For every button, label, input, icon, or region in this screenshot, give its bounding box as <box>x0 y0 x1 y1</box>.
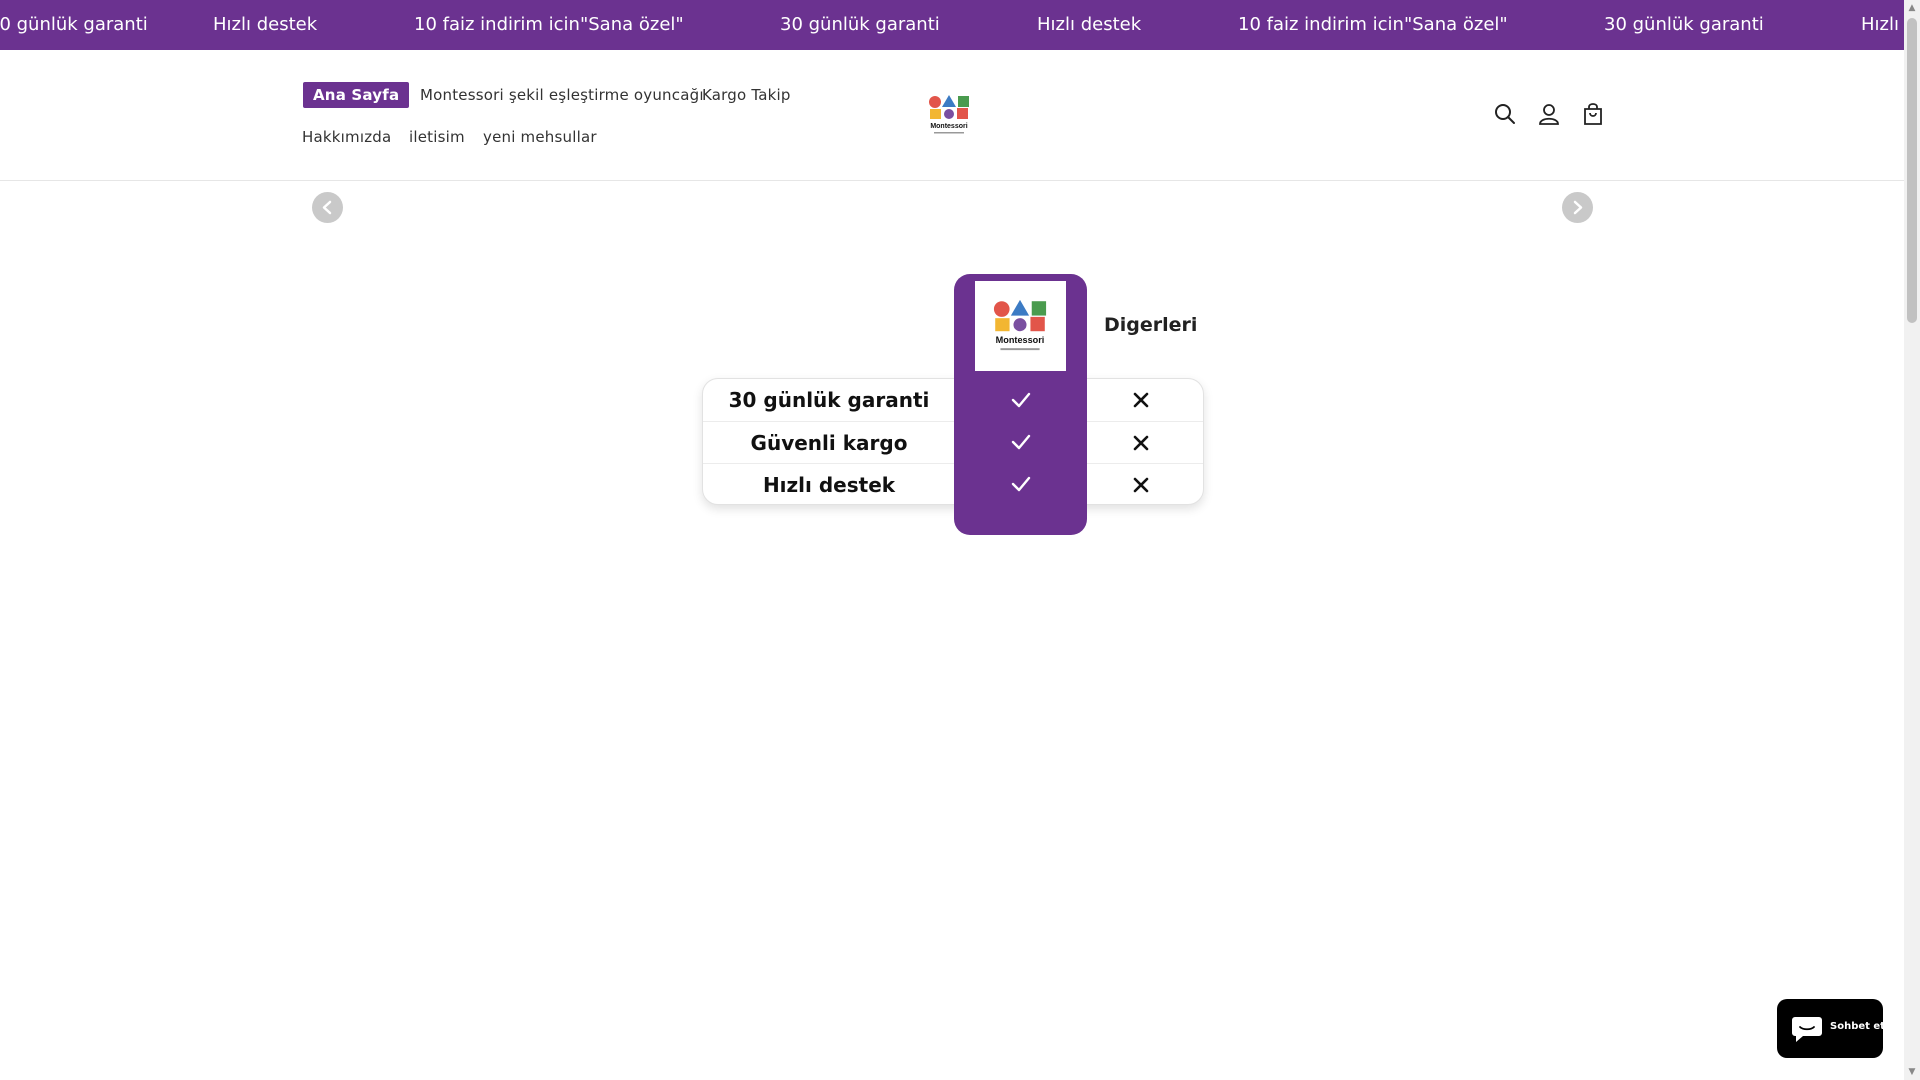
chevron-right-icon <box>1573 200 1583 215</box>
nav-cargo-tracking[interactable]: Kargo Takip <box>702 86 791 104</box>
nav-contact[interactable]: iletisim <box>409 128 465 146</box>
logo-wordmark: Montessori <box>996 335 1045 345</box>
search-icon[interactable] <box>1492 101 1518 127</box>
check-icon <box>1011 476 1031 492</box>
scroll-down-arrow[interactable]: ▼ <box>1904 1064 1920 1080</box>
cross-icon <box>1133 392 1149 408</box>
montessori-logo[interactable]: Montessori <box>926 92 972 138</box>
site-header: Ana Sayfa Montessori şekil eşleştirme oy… <box>0 50 1904 181</box>
nav-new-products[interactable]: yeni mehsullar <box>483 128 597 146</box>
chat-label: Sohbet et <box>1830 1021 1885 1032</box>
chevron-left-icon <box>322 200 332 215</box>
nav-about[interactable]: Hakkımızda <box>302 128 391 146</box>
account-icon[interactable] <box>1536 101 1562 127</box>
announcement-item: 30 günlük garanti <box>1604 14 1764 35</box>
scroll-thumb[interactable] <box>1907 18 1917 323</box>
others-column-header: Digerleri <box>1104 314 1198 336</box>
announcement-item: 30 günlük garanti <box>780 14 940 35</box>
comparison-row: 30 günlük garanti <box>703 379 1203 421</box>
nav-shape-toy[interactable]: Montessori şekil eşleştirme oyuncağı <box>420 86 704 104</box>
montessori-logo: Montessori <box>993 299 1047 351</box>
comparison-row: Hızlı destek <box>703 463 1203 505</box>
announcement-item: Hızlı destek <box>1037 14 1142 35</box>
slider-next-button[interactable] <box>1562 192 1593 223</box>
scroll-up-arrow[interactable]: ▲ <box>1904 0 1920 16</box>
cart-icon[interactable] <box>1580 101 1606 127</box>
chat-bubble-icon <box>1792 1017 1822 1042</box>
announcement-item: 10 faiz indirim icin"Sana özel" <box>1238 14 1508 35</box>
announcement-item: 30 günlük garanti <box>0 14 148 35</box>
cross-icon <box>1133 477 1149 493</box>
feature-label: Güvenli kargo <box>750 431 908 455</box>
announcement-item: Hızlı destek <box>213 14 318 35</box>
nav-home[interactable]: Ana Sayfa <box>303 82 410 108</box>
feature-label: Hızlı destek <box>762 473 896 497</box>
announcement-item: 10 faiz indirim icin"Sana özel" <box>414 14 684 35</box>
announcement-bar: 30 günlük garanti Hızlı destek 10 faiz i… <box>0 0 1904 50</box>
brand-logo-card: Montessori <box>975 281 1066 371</box>
comparison-row: Güvenli kargo <box>703 421 1203 463</box>
feature-label: 30 günlük garanti <box>728 388 930 412</box>
comparison-table: 30 günlük garanti Güvenli kargo Hızlı de… <box>702 378 1204 505</box>
slider-prev-button[interactable] <box>312 192 343 223</box>
check-icon <box>1011 434 1031 450</box>
cross-icon <box>1133 435 1149 451</box>
chat-button[interactable]: Sohbet et <box>1777 999 1885 1058</box>
page-scrollbar[interactable]: ▲ ▼ <box>1904 0 1920 1080</box>
check-icon <box>1011 392 1031 408</box>
logo-wordmark: Montessori <box>930 123 967 130</box>
announcement-item: Hızlı destek <box>1861 14 1904 35</box>
